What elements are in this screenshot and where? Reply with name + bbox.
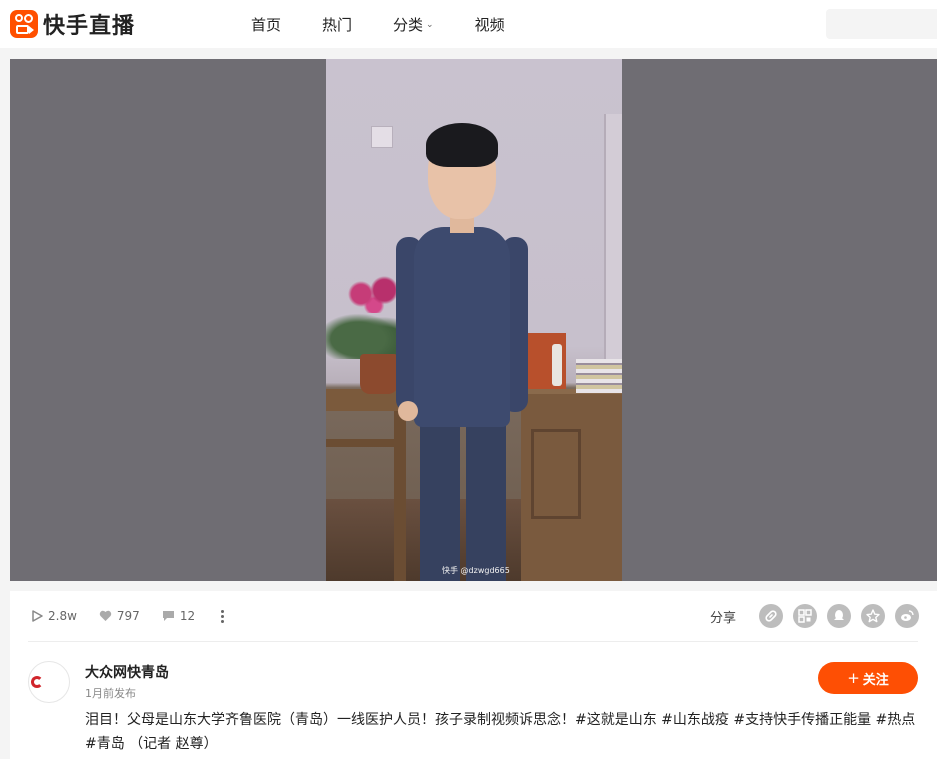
top-header: 快手直播 首页 热门 分类 ⌄ 视频 [0,0,937,48]
link-icon[interactable] [759,604,783,628]
play-count-value: 2.8w [48,609,77,623]
follow-button[interactable]: + 关注 [818,662,918,694]
plus-icon: + [847,669,860,687]
nav-category[interactable]: 分类 ⌄ [393,14,434,35]
play-count: 2.8w [32,609,77,623]
share-bar: 分享 [710,591,919,641]
divider [28,641,918,642]
main-nav: 首页 热门 分类 ⌄ 视频 [251,0,546,48]
comment-icon [162,611,174,621]
video-watermark: 快手 @dzwgd665 [442,566,510,575]
logo-text: 快手直播 [43,14,136,39]
qrcode-icon[interactable] [793,604,817,628]
nav-video[interactable]: 视频 [475,14,505,35]
follow-label: 关注 [862,672,889,688]
like-button[interactable]: 797 [99,609,140,623]
video-caption: 泪目！父母是山东大学齐鲁医院（青岛）一线医护人员！孩子录制视频诉思念！#这就是山… [85,712,916,752]
author-avatar[interactable] [28,661,70,703]
play-icon [32,610,43,622]
comment-count: 12 [179,609,196,623]
share-label: 分享 [709,610,736,626]
nav-hot[interactable]: 热门 [322,14,352,35]
publish-time: 1月前发布 [85,687,136,700]
weibo-icon[interactable] [895,604,919,628]
video-frame: 快手 @dzwgd665 [326,59,622,581]
chevron-down-icon: ⌄ [426,20,434,30]
qzone-icon[interactable] [861,604,885,628]
qq-icon[interactable] [827,604,851,628]
search-input[interactable] [826,9,937,39]
kuaishou-logo-icon [10,10,38,38]
nav-home[interactable]: 首页 [251,14,281,35]
more-options-icon[interactable] [221,609,225,623]
video-player[interactable]: 快手 @dzwgd665 [10,59,937,581]
nav-category-label: 分类 [393,15,424,34]
like-count: 797 [116,609,140,623]
author-name[interactable]: 大众网快青岛 [85,662,169,682]
dazhong-logo [31,675,67,689]
comment-button[interactable]: 12 [162,609,195,623]
site-logo[interactable]: 快手直播 [10,9,135,39]
heart-icon [99,610,112,621]
